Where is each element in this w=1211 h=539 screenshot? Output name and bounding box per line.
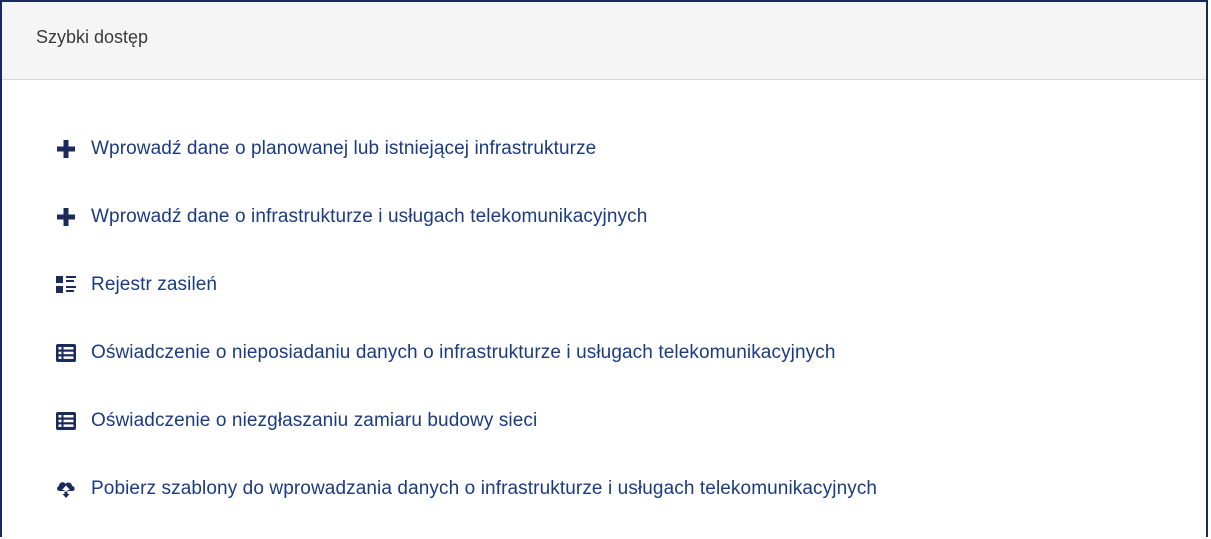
link-label: Oświadczenie o niezgłaszaniu zamiaru bud… [91,410,538,431]
link-enter-telecom-infrastructure[interactable]: Wprowadź dane o infrastrukturze i usługa… [55,206,647,228]
link-no-data-declaration[interactable]: Oświadczenie o nieposiadaniu danych o in… [55,342,836,364]
panel-title: Szybki dostęp [36,27,149,47]
link-label: Oświadczenie o nieposiadaniu danych o in… [91,342,836,363]
plus-icon [55,138,77,160]
link-enter-planned-infrastructure[interactable]: Wprowadź dane o planowanej lub istniejąc… [55,138,596,160]
link-no-network-construction-declaration[interactable]: Oświadczenie o niezgłaszaniu zamiaru bud… [55,410,537,432]
link-label: Pobierz szablony do wprowadzania danych … [91,478,878,499]
plus-icon [55,206,77,228]
link-label: Wprowadź dane o infrastrukturze i usługa… [91,206,648,227]
link-label: Wprowadź dane o planowanej lub istniejąc… [91,138,597,159]
table-list-icon [55,410,77,432]
quick-access-panel: Szybki dostęp Wprowadź dane o planowanej… [0,0,1208,537]
link-download-templates[interactable]: Pobierz szablony do wprowadzania danych … [55,478,877,500]
list-details-icon [55,274,77,296]
link-label: Rejestr zasileń [91,274,218,295]
table-list-icon [55,342,77,364]
link-power-register[interactable]: Rejestr zasileń [55,274,217,296]
cloud-download-icon [55,478,77,500]
panel-header: Szybki dostęp [2,2,1206,80]
